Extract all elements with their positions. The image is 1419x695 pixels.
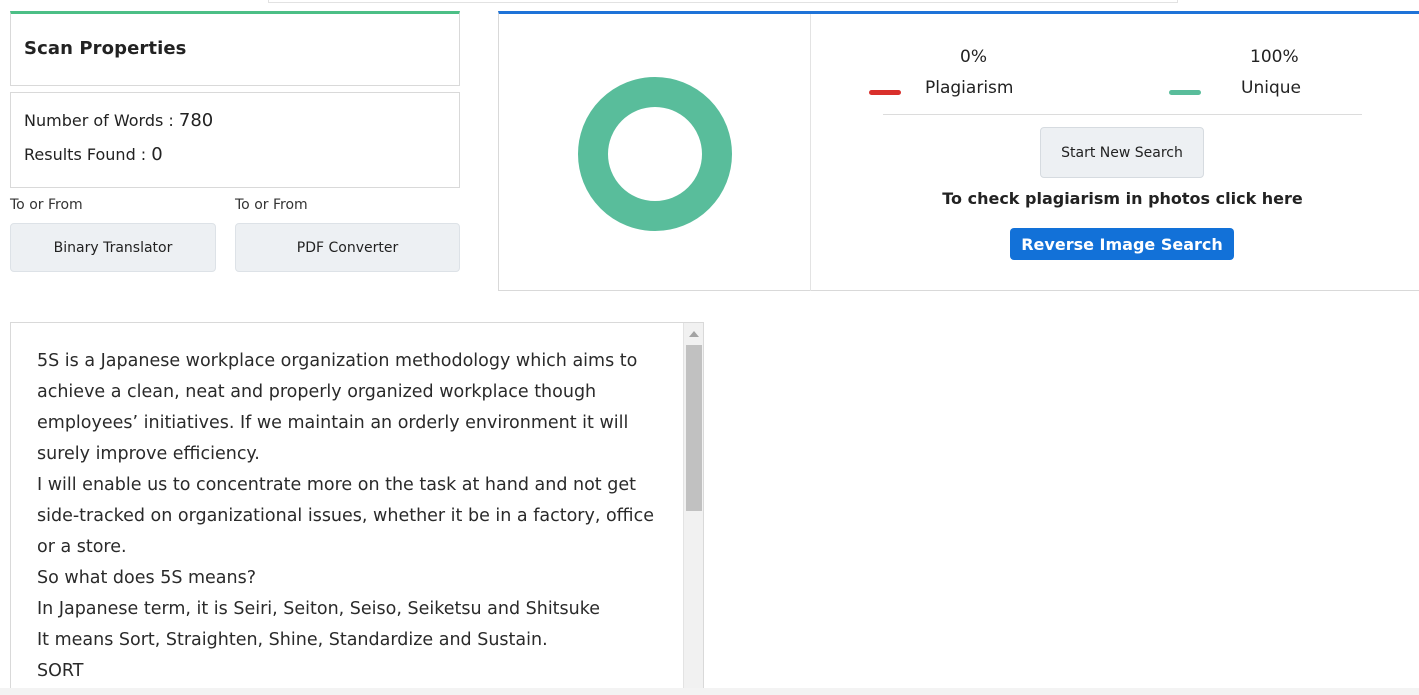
scan-properties-title: Scan Properties bbox=[24, 38, 187, 59]
text-line: or a store. bbox=[37, 537, 127, 557]
scroll-up-arrow-icon[interactable] bbox=[689, 331, 699, 337]
plagiarism-donut-chart bbox=[578, 77, 732, 231]
unique-percent: 100% bbox=[1250, 47, 1299, 67]
photo-plagiarism-prompt: To check plagiarism in photos click here bbox=[942, 189, 1303, 208]
word-count-row: Number of Words : 780 bbox=[24, 110, 213, 131]
unique-label: Unique bbox=[1241, 78, 1301, 98]
results-found-label: Results Found : bbox=[24, 145, 147, 164]
text-line: surely improve efficiency. bbox=[37, 444, 260, 464]
text-line: employees’ initiatives. If we maintain a… bbox=[37, 413, 629, 433]
binary-translator-caption: To or From bbox=[10, 197, 83, 213]
top-input-edge bbox=[268, 0, 1178, 3]
scan-properties-header: Scan Properties bbox=[10, 11, 460, 86]
scanned-text-area[interactable]: 5S is a Japanese workplace organization … bbox=[10, 322, 704, 695]
reverse-image-search-button[interactable]: Reverse Image Search bbox=[1010, 228, 1234, 260]
result-panel: 0% Plagiarism 100% Unique Start New Sear… bbox=[498, 11, 1419, 291]
text-line: SORT bbox=[37, 661, 84, 681]
text-line: side-tracked on organizational issues, w… bbox=[37, 506, 654, 526]
unique-legend-swatch bbox=[1169, 90, 1201, 95]
text-line: 5S is a Japanese workplace organization … bbox=[37, 351, 638, 371]
legend-separator bbox=[883, 114, 1362, 115]
plagiarism-percent: 0% bbox=[960, 47, 987, 67]
text-line: It means Sort, Straighten, Shine, Standa… bbox=[37, 630, 548, 650]
text-line: achieve a clean, neat and properly organ… bbox=[37, 382, 597, 402]
bottom-edge bbox=[0, 688, 1419, 695]
text-scrollbar[interactable] bbox=[683, 323, 703, 694]
binary-translator-button[interactable]: Binary Translator bbox=[10, 223, 216, 272]
pdf-converter-button[interactable]: PDF Converter bbox=[235, 223, 460, 272]
pdf-converter-caption: To or From bbox=[235, 197, 308, 213]
plagiarism-legend-swatch bbox=[869, 90, 901, 95]
results-found-row: Results Found : 0 bbox=[24, 144, 163, 165]
scan-stats-panel: Number of Words : 780 Results Found : 0 bbox=[10, 92, 460, 188]
results-found-value: 0 bbox=[151, 144, 163, 165]
text-line: I will enable us to concentrate more on … bbox=[37, 475, 636, 495]
text-line: In Japanese term, it is Seiri, Seiton, S… bbox=[37, 599, 601, 619]
start-new-search-button[interactable]: Start New Search bbox=[1040, 127, 1204, 178]
word-count-label: Number of Words : bbox=[24, 111, 174, 130]
text-line: So what does 5S means? bbox=[37, 568, 257, 588]
plagiarism-label: Plagiarism bbox=[925, 78, 1014, 98]
panel-divider bbox=[810, 14, 811, 291]
word-count-value: 780 bbox=[178, 110, 214, 131]
scroll-thumb[interactable] bbox=[686, 345, 702, 511]
scanned-text-content: 5S is a Japanese workplace organization … bbox=[37, 346, 667, 687]
donut-unique-ring bbox=[578, 77, 732, 231]
